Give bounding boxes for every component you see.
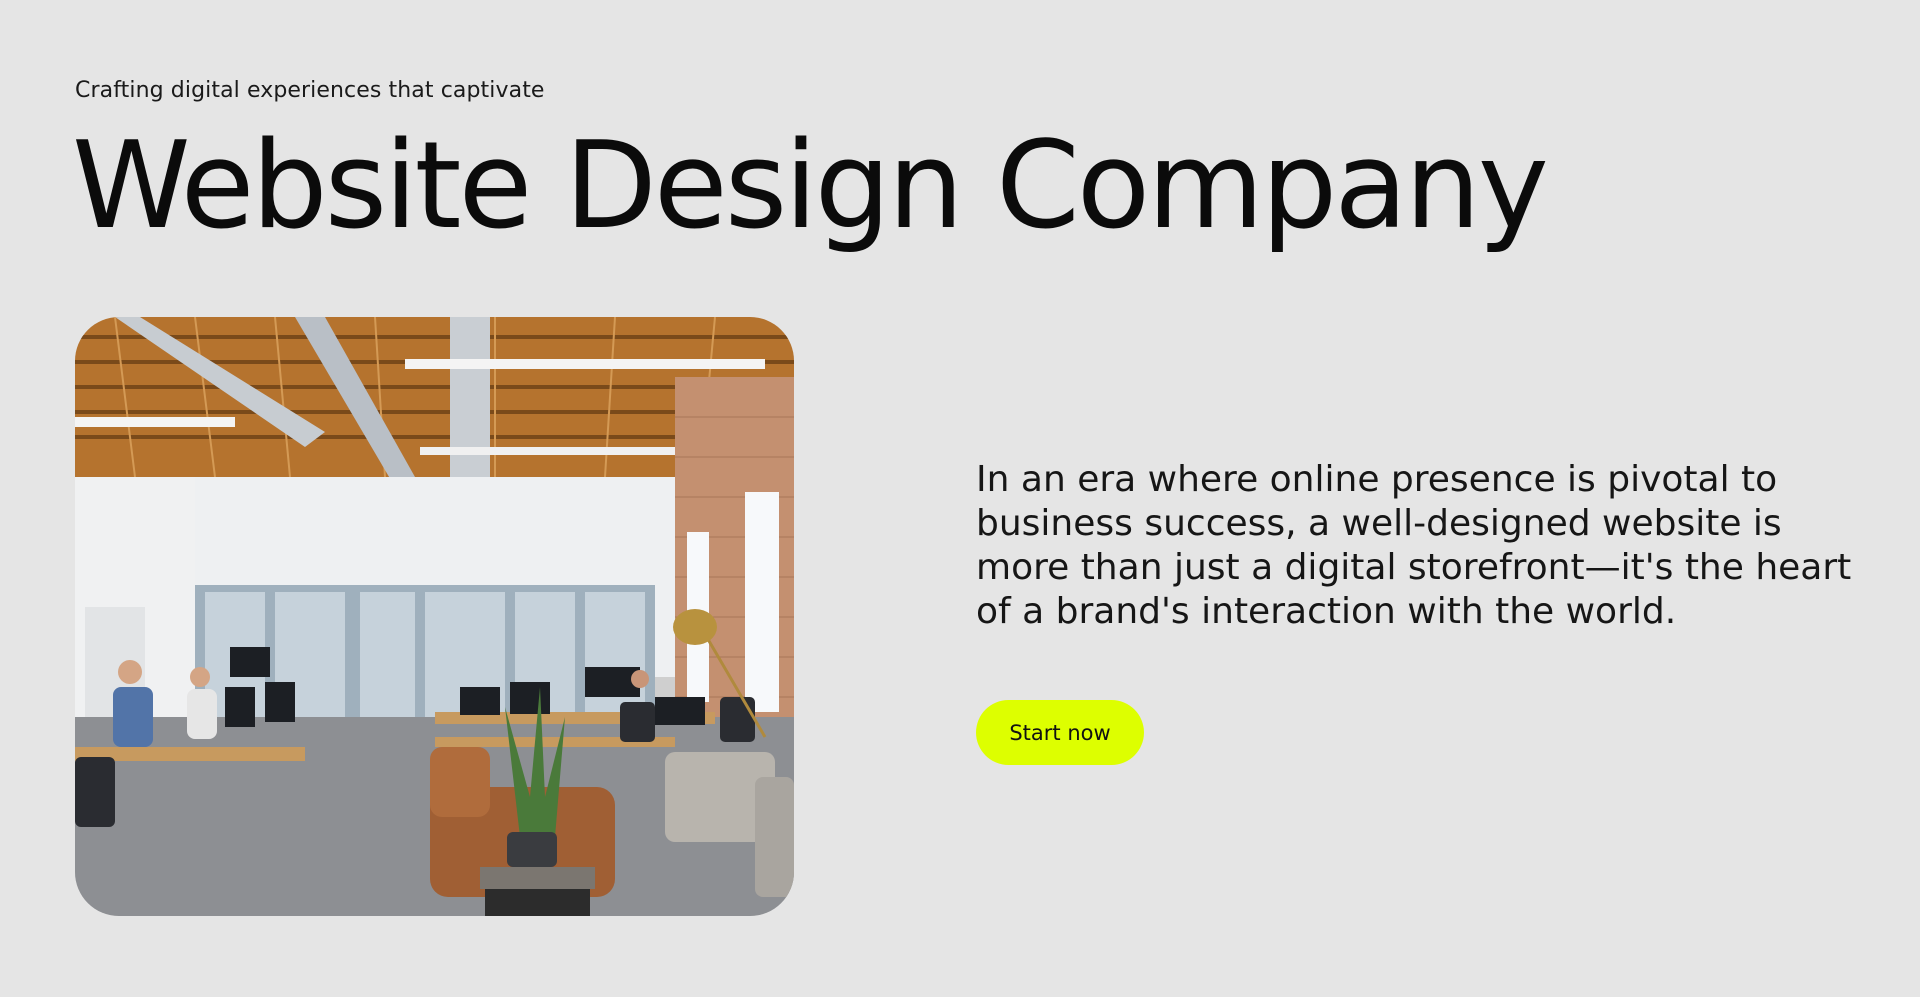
- hero-description: In an era where online presence is pivot…: [976, 459, 1852, 632]
- hero-eyebrow: Crafting digital experiences that captiv…: [75, 78, 545, 103]
- page-title: Website Design Company: [72, 117, 1549, 256]
- hero-section: Crafting digital experiences that captiv…: [0, 0, 1920, 997]
- office-photo: [75, 317, 794, 916]
- start-now-button[interactable]: Start now: [976, 700, 1144, 765]
